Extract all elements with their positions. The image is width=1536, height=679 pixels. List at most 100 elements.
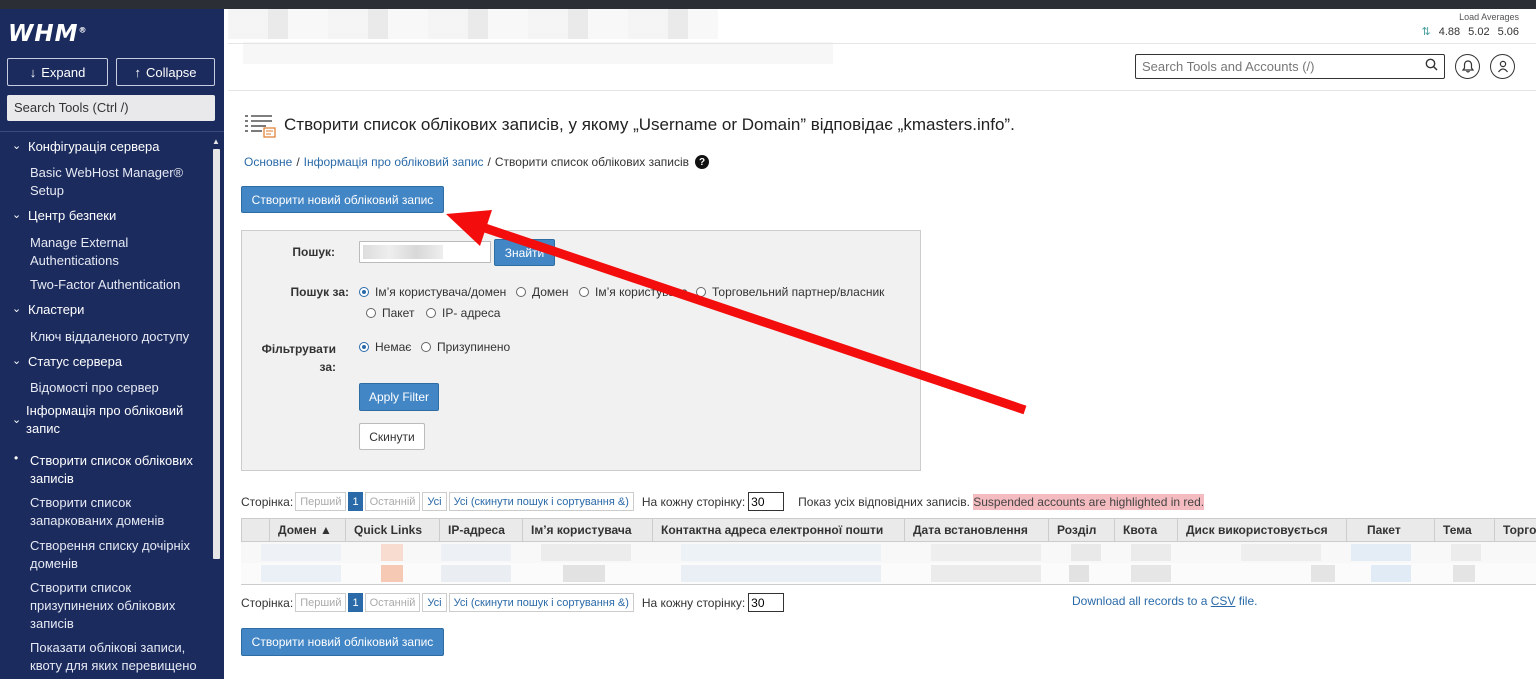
pager-first-button[interactable]: Перший <box>295 593 347 612</box>
per-page-input[interactable] <box>748 593 785 612</box>
sidebar-item-over-quota[interactable]: Показати облікові записи, квоту для яких… <box>30 639 200 675</box>
notifications-bell-icon[interactable] <box>1455 54 1480 79</box>
find-button[interactable]: Знайти <box>494 239 555 266</box>
create-account-button-top[interactable]: Створити новий обліковий запис <box>241 186 444 213</box>
column-header-domain[interactable]: Домен ▲ <box>269 519 345 541</box>
redacted-cell <box>1451 544 1481 561</box>
breadcrumb: Основне / Інформація про обліковий запис /… <box>244 155 710 169</box>
column-header-quota[interactable]: Квота <box>1114 519 1177 541</box>
column-header-disk-used[interactable]: Диск використовується <box>1177 519 1346 541</box>
chevron-down-icon: ⌄ <box>12 140 22 152</box>
redacted-cell <box>261 565 341 582</box>
table-row[interactable] <box>241 563 1536 584</box>
redacted-cell <box>1311 565 1335 582</box>
reset-button[interactable]: Скинути <box>359 423 425 450</box>
column-header-email[interactable]: Контактна адреса електронної пошти <box>652 519 904 541</box>
column-header-reseller[interactable]: Торгов <box>1494 519 1536 541</box>
radio-domain[interactable]: Домен <box>516 285 569 299</box>
radio-label: Немає <box>375 340 412 354</box>
radio-reseller-owner[interactable]: Торговельний партнер/власник <box>696 285 884 299</box>
search-icon[interactable] <box>1425 58 1438 74</box>
column-header-partition[interactable]: Розділ <box>1048 519 1114 541</box>
sidebar-item-two-factor[interactable]: Two-Factor Authentication <box>30 276 200 294</box>
redacted-cell <box>381 565 403 582</box>
sidebar-section-security[interactable]: ⌄ Центр безпеки <box>12 208 116 223</box>
pager-label: Сторінка: <box>241 595 294 610</box>
sidebar-item-server-info[interactable]: Відомості про сервер <box>30 379 200 397</box>
radio-package[interactable]: Пакет <box>366 306 414 320</box>
filter-panel <box>241 230 921 471</box>
suspended-note: Suspended accounts are highlighted in re… <box>973 493 1205 510</box>
sidebar-item-list-suspended[interactable]: Створити список призупинених облікових з… <box>30 579 200 633</box>
table-row[interactable] <box>241 542 1536 563</box>
radio-username-domain[interactable]: Ім’я користувача/домен <box>359 285 506 299</box>
radio-ip-address[interactable]: IP- адреса <box>426 306 500 320</box>
redacted-cell <box>381 544 403 561</box>
create-account-button-bottom[interactable]: Створити новий обліковий запис <box>241 628 444 656</box>
sidebar-section-server-config[interactable]: ⌄ Конфігурація сервера <box>12 139 160 154</box>
radio-none[interactable]: Немає <box>359 340 411 354</box>
radio-username[interactable]: Ім’я користувача <box>579 285 688 299</box>
load-averages-title: Load Averages <box>1459 12 1519 22</box>
radio-label: IP- адреса <box>442 306 501 320</box>
sidebar-section-account-info[interactable]: ⌄ Інформація про обліковий запис <box>12 402 197 438</box>
pager-first-button[interactable]: Перший <box>295 492 347 511</box>
scrollbar-thumb[interactable] <box>213 149 220 559</box>
radio-selected-icon <box>359 287 369 297</box>
sidebar-item-list-subdomains[interactable]: Створення списку дочірніх доменів <box>30 537 200 573</box>
column-header-setup-date[interactable]: Дата встановлення <box>904 519 1048 541</box>
pager-current-page[interactable]: 1 <box>348 593 363 612</box>
load-5: 5.02 <box>1468 25 1490 38</box>
search-input[interactable] <box>359 241 491 263</box>
column-header-ip[interactable]: IP-адреса <box>439 519 522 541</box>
apply-filter-button[interactable]: Apply Filter <box>359 383 439 411</box>
sidebar-section-server-status[interactable]: ⌄ Статус сервера <box>12 354 122 369</box>
chevron-down-icon: ⌄ <box>12 209 22 221</box>
pager-all-reset-button[interactable]: Усі (скинути пошук і сортування &) <box>448 492 634 511</box>
per-page-input[interactable] <box>748 492 785 511</box>
sidebar-section-clusters[interactable]: ⌄ Кластери <box>12 302 84 317</box>
download-suffix: file. <box>1235 594 1258 608</box>
breadcrumb-account-info[interactable]: Інформація про обліковий запис <box>304 155 484 169</box>
pager-current-page[interactable]: 1 <box>348 492 363 511</box>
sidebar-item-basic-setup[interactable]: Basic WebHost Manager® Setup <box>30 164 200 200</box>
collapse-button[interactable]: ↑ Collapse <box>116 58 215 86</box>
chevron-down-icon: ⌄ <box>12 355 22 367</box>
help-icon[interactable]: ? <box>695 155 710 169</box>
user-account-icon[interactable] <box>1490 54 1515 79</box>
sidebar-item-list-parked[interactable]: Створити список запаркованих доменів <box>30 494 200 530</box>
accounts-table-header: Домен ▲ Quick Links IP-адреса Ім’я корис… <box>241 518 1536 542</box>
sidebar: WHM® ↓ Expand ↑ Collapse Search Tools (Ctr… <box>0 9 224 679</box>
column-header-username[interactable]: Ім’я користувача <box>522 519 652 541</box>
radio-label: Пакет <box>382 306 415 320</box>
pager-last-button[interactable]: Останній <box>364 492 421 511</box>
pager-all-button[interactable]: Усі <box>422 593 447 612</box>
pager-last-button[interactable]: Останній <box>364 593 421 612</box>
breadcrumb-home[interactable]: Основне <box>244 155 292 169</box>
download-csv-link[interactable]: Download all records to a CSV file. <box>1072 594 1257 608</box>
radio-suspended[interactable]: Призупинено <box>421 340 510 354</box>
redacted-cell <box>541 544 631 561</box>
global-search-input[interactable]: Search Tools and Accounts (/) <box>1135 54 1445 79</box>
sidebar-item-external-auth[interactable]: Manage External Authentications <box>30 234 200 270</box>
pager-all-button[interactable]: Усі <box>422 492 447 511</box>
sidebar-scrollbar[interactable]: ▲ <box>211 135 222 679</box>
logo-mark: ® <box>78 25 88 35</box>
chevron-down-icon: ⌄ <box>12 414 22 426</box>
whm-logo[interactable]: WHM® <box>8 21 88 47</box>
sidebar-search-input[interactable]: Search Tools (Ctrl /) <box>7 95 215 121</box>
scroll-up-icon[interactable]: ▲ <box>212 137 220 146</box>
radio-label: Призупинено <box>437 340 511 354</box>
redacted-cell <box>441 565 511 582</box>
sidebar-item-list-accounts[interactable]: Створити список облікових записів <box>30 452 200 488</box>
csv-link[interactable]: CSV <box>1211 594 1236 608</box>
column-header-package[interactable]: Пакет <box>1346 519 1434 541</box>
pager-all-reset-button[interactable]: Усі (скинути пошук і сортування &) <box>448 593 634 612</box>
column-header-theme[interactable]: Тема <box>1434 519 1494 541</box>
radio-selected-icon <box>359 342 369 352</box>
expand-button[interactable]: ↓ Expand <box>7 58 108 86</box>
download-prefix: Download all records to a <box>1072 594 1211 608</box>
section-label: Статус сервера <box>28 354 123 369</box>
sidebar-item-remote-key[interactable]: Ключ віддаленого доступу <box>30 328 200 346</box>
section-label: Центр безпеки <box>28 208 117 223</box>
